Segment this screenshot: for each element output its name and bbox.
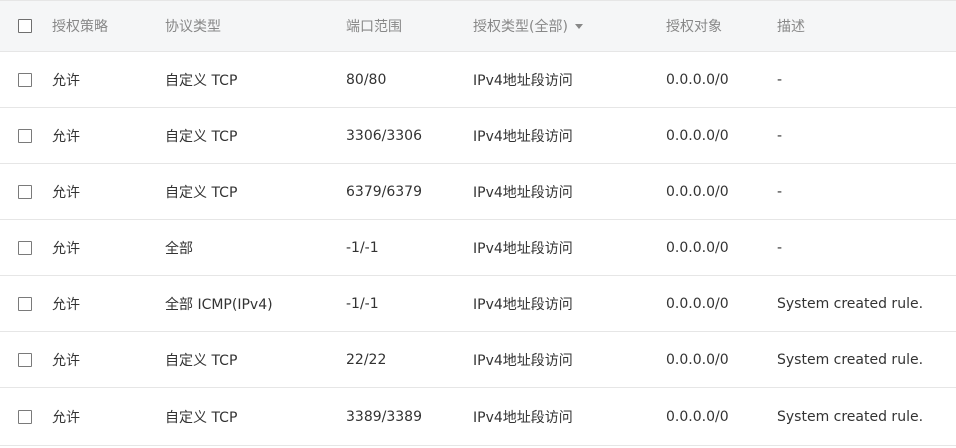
header-description: 描述 bbox=[777, 19, 805, 35]
cell-auth-type: IPv4地址段访问 bbox=[473, 184, 573, 201]
row-checkbox[interactable] bbox=[18, 184, 32, 199]
cell-port-range: 80/80 bbox=[346, 71, 387, 88]
cell-auth-target: 0.0.0.0/0 bbox=[666, 127, 729, 144]
table-header-row: 授权策略 协议类型 端口范围 授权类型(全部) 授权对象 描述 bbox=[0, 1, 956, 52]
cell-policy: 允许 bbox=[52, 409, 80, 426]
cell-policy: 允许 bbox=[52, 352, 80, 369]
row-checkbox-cell bbox=[0, 352, 52, 367]
header-checkbox-cell bbox=[0, 19, 52, 33]
cell-description: System created rule. bbox=[777, 408, 924, 425]
cell-port-range: 3389/3389 bbox=[346, 408, 422, 425]
row-checkbox-cell bbox=[0, 296, 52, 311]
cell-policy: 允许 bbox=[52, 296, 80, 313]
cell-policy: 允许 bbox=[52, 72, 80, 89]
cell-auth-target: 0.0.0.0/0 bbox=[666, 183, 729, 200]
cell-auth-type: IPv4地址段访问 bbox=[473, 128, 573, 145]
cell-policy: 允许 bbox=[52, 240, 80, 257]
row-checkbox-cell bbox=[0, 409, 52, 424]
cell-protocol: 自定义 TCP bbox=[165, 409, 238, 426]
row-checkbox-cell bbox=[0, 184, 52, 199]
row-checkbox-cell bbox=[0, 72, 52, 87]
row-checkbox[interactable] bbox=[18, 72, 32, 87]
cell-port-range: 22/22 bbox=[346, 351, 387, 368]
cell-protocol: 自定义 TCP bbox=[165, 184, 238, 201]
table-row: 允许 自定义 TCP 80/80 IPv4地址段访问 0.0.0.0/0 - bbox=[0, 52, 956, 108]
table-row: 允许 全部 ICMP(IPv4) -1/-1 IPv4地址段访问 0.0.0.0… bbox=[0, 276, 956, 332]
header-port-range: 端口范围 bbox=[346, 19, 402, 35]
cell-auth-target: 0.0.0.0/0 bbox=[666, 351, 729, 368]
cell-policy: 允许 bbox=[52, 184, 80, 201]
cell-auth-type: IPv4地址段访问 bbox=[473, 240, 573, 257]
cell-protocol: 自定义 TCP bbox=[165, 72, 238, 89]
cell-protocol: 自定义 TCP bbox=[165, 128, 238, 145]
cell-description: System created rule. bbox=[777, 295, 924, 312]
auth-type-filter-dropdown[interactable]: 授权类型(全部) bbox=[473, 16, 583, 36]
cell-port-range: -1/-1 bbox=[346, 239, 379, 256]
row-checkbox-cell bbox=[0, 128, 52, 143]
cell-auth-type: IPv4地址段访问 bbox=[473, 72, 573, 89]
cell-port-range: 3306/3306 bbox=[346, 127, 422, 144]
security-group-rules-table: 授权策略 协议类型 端口范围 授权类型(全部) 授权对象 描述 允许 自定义 T… bbox=[0, 0, 956, 446]
row-checkbox[interactable] bbox=[18, 352, 32, 367]
row-checkbox[interactable] bbox=[18, 128, 32, 143]
cell-protocol: 全部 bbox=[165, 240, 193, 257]
cell-port-range: -1/-1 bbox=[346, 295, 379, 312]
cell-description: - bbox=[777, 239, 783, 256]
table-row: 允许 自定义 TCP 22/22 IPv4地址段访问 0.0.0.0/0 Sys… bbox=[0, 332, 956, 388]
cell-auth-type: IPv4地址段访问 bbox=[473, 296, 573, 313]
row-checkbox[interactable] bbox=[18, 409, 32, 424]
cell-auth-target: 0.0.0.0/0 bbox=[666, 295, 729, 312]
header-auth-target: 授权对象 bbox=[666, 19, 722, 35]
row-checkbox[interactable] bbox=[18, 296, 32, 311]
cell-auth-target: 0.0.0.0/0 bbox=[666, 408, 729, 425]
cell-auth-target: 0.0.0.0/0 bbox=[666, 71, 729, 88]
cell-protocol: 全部 ICMP(IPv4) bbox=[165, 296, 273, 313]
cell-port-range: 6379/6379 bbox=[346, 183, 422, 200]
caret-down-icon bbox=[574, 23, 583, 29]
cell-description: - bbox=[777, 127, 783, 144]
row-checkbox[interactable] bbox=[18, 240, 32, 255]
header-protocol: 协议类型 bbox=[165, 19, 221, 35]
table-row: 允许 全部 -1/-1 IPv4地址段访问 0.0.0.0/0 - bbox=[0, 220, 956, 276]
cell-description: System created rule. bbox=[777, 351, 924, 368]
cell-protocol: 自定义 TCP bbox=[165, 352, 238, 369]
cell-auth-type: IPv4地址段访问 bbox=[473, 409, 573, 426]
cell-description: - bbox=[777, 183, 783, 200]
table-row: 允许 自定义 TCP 3306/3306 IPv4地址段访问 0.0.0.0/0… bbox=[0, 108, 956, 164]
table-row: 允许 自定义 TCP 3389/3389 IPv4地址段访问 0.0.0.0/0… bbox=[0, 388, 956, 446]
cell-auth-target: 0.0.0.0/0 bbox=[666, 239, 729, 256]
header-auth-type: 授权类型(全部) bbox=[473, 16, 666, 36]
table-row: 允许 自定义 TCP 6379/6379 IPv4地址段访问 0.0.0.0/0… bbox=[0, 164, 956, 220]
cell-auth-type: IPv4地址段访问 bbox=[473, 352, 573, 369]
cell-description: - bbox=[777, 71, 783, 88]
cell-policy: 允许 bbox=[52, 128, 80, 145]
header-policy: 授权策略 bbox=[52, 19, 108, 35]
select-all-checkbox[interactable] bbox=[18, 19, 32, 33]
row-checkbox-cell bbox=[0, 240, 52, 255]
auth-type-filter-label: 授权类型(全部) bbox=[473, 19, 568, 35]
